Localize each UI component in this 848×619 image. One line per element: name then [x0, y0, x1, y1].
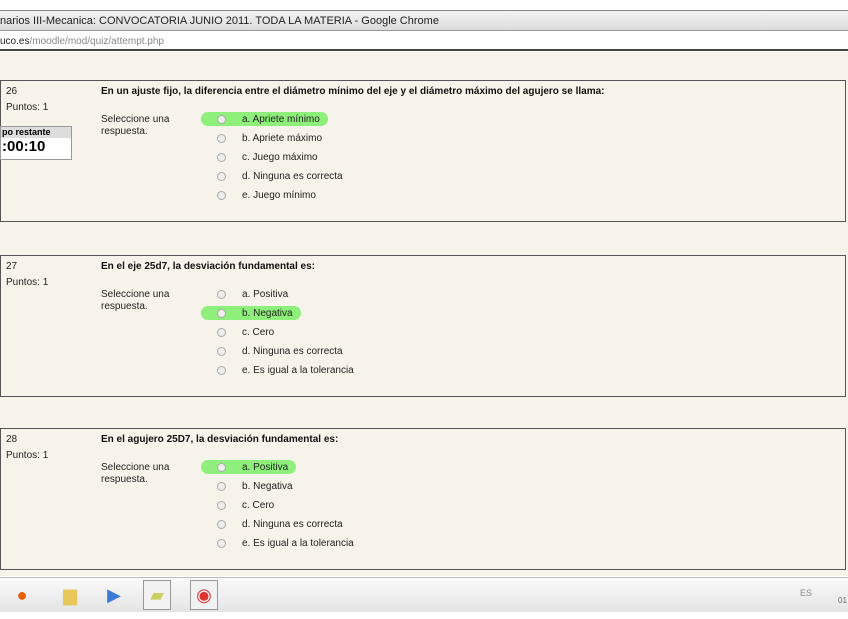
answer-option[interactable]: d. Ninguna es correcta — [201, 169, 343, 183]
question-points: Puntos: 1 — [6, 450, 49, 461]
option-label: d. Ninguna es correcta — [242, 345, 343, 357]
question-text: En el eje 25d7, la desviación fundamenta… — [101, 261, 315, 272]
radio-button[interactable] — [217, 114, 226, 124]
radio-button[interactable] — [217, 133, 226, 143]
radio-button[interactable] — [217, 500, 226, 510]
timer-label: po restante — [1, 127, 71, 138]
clock: 01 — [838, 596, 847, 605]
folder-icon[interactable]: ▆ — [56, 580, 84, 610]
question-text: En un ajuste fijo, la diferencia entre e… — [101, 86, 605, 97]
option-label: e. Es igual a la tolerancia — [242, 364, 354, 376]
option-label: c. Juego máximo — [242, 151, 318, 163]
question-number: 28 — [6, 434, 18, 445]
option-label: a. Positiva — [242, 288, 289, 300]
answer-option[interactable]: a. Apriete mínimo — [201, 112, 328, 126]
answer-option[interactable]: c. Juego máximo — [201, 150, 318, 164]
firefox-icon[interactable]: ● — [8, 580, 36, 610]
radio-button[interactable] — [217, 346, 226, 356]
select-answer-label: Seleccione una respuesta. — [101, 289, 170, 312]
question-points: Puntos: 1 — [6, 277, 49, 288]
option-label: a. Apriete mínimo — [242, 113, 320, 125]
question-number: 27 — [6, 261, 18, 272]
option-label: c. Cero — [242, 326, 275, 338]
radio-button[interactable] — [217, 462, 226, 472]
timer-value: :00:10 — [2, 138, 46, 155]
option-label: e. Es igual a la tolerancia — [242, 537, 354, 549]
radio-button[interactable] — [217, 481, 226, 491]
option-label: b. Apriete máximo — [242, 132, 323, 144]
question-27: 27 Puntos: 1 En el eje 25d7, la desviaci… — [0, 255, 846, 397]
answer-option[interactable]: b. Apriete máximo — [201, 131, 322, 145]
option-label: b. Negativa — [242, 480, 293, 492]
address-domain: uco.es — [0, 36, 30, 47]
answer-option[interactable]: d. Ninguna es correcta — [201, 517, 343, 531]
radio-button[interactable] — [217, 519, 226, 529]
question-26: 26 Puntos: 1 En un ajuste fijo, la difer… — [0, 80, 846, 222]
radio-button[interactable] — [217, 289, 226, 299]
answer-option[interactable]: e. Es igual a la tolerancia — [201, 363, 354, 377]
radio-button[interactable] — [217, 308, 226, 318]
answer-option[interactable]: a. Positiva — [201, 460, 297, 474]
question-points: Puntos: 1 — [6, 102, 49, 113]
radio-button[interactable] — [217, 152, 226, 162]
answer-option[interactable]: b. Negativa — [201, 306, 301, 320]
option-label: e. Juego mínimo — [242, 189, 316, 201]
radio-button[interactable] — [217, 327, 226, 337]
answer-option[interactable]: e. Es igual a la tolerancia — [201, 536, 354, 550]
answer-option[interactable]: c. Cero — [201, 498, 274, 512]
window-title: narios III-Mecanica: CONVOCATORIA JUNIO … — [0, 15, 439, 27]
chrome-icon[interactable]: ◉ — [190, 580, 218, 610]
answer-option[interactable]: e. Juego mínimo — [201, 188, 316, 202]
radio-button[interactable] — [217, 171, 226, 181]
radio-button[interactable] — [217, 190, 226, 200]
time-remaining-box: po restante :00:10 — [0, 126, 72, 160]
media-player-icon[interactable]: ▶ — [100, 580, 128, 610]
option-label: d. Ninguna es correcta — [242, 518, 343, 530]
select-answer-label: Seleccione una respuesta. — [101, 114, 170, 137]
window-title-bar: narios III-Mecanica: CONVOCATORIA JUNIO … — [0, 10, 848, 30]
option-label: b. Negativa — [242, 307, 293, 319]
answer-option[interactable]: a. Positiva — [201, 287, 288, 301]
option-label: c. Cero — [242, 499, 275, 511]
question-number: 26 — [6, 86, 18, 97]
answer-option[interactable]: d. Ninguna es correcta — [201, 344, 343, 358]
option-label: d. Ninguna es correcta — [242, 170, 343, 182]
radio-button[interactable] — [217, 538, 226, 548]
question-28: 28 Puntos: 1 En el agujero 25D7, la desv… — [0, 428, 846, 570]
option-label: a. Positiva — [242, 461, 289, 473]
radio-button[interactable] — [217, 365, 226, 375]
language-indicator[interactable]: ES — [800, 588, 812, 598]
answer-option[interactable]: b. Negativa — [201, 479, 293, 493]
question-text: En el agujero 25D7, la desviación fundam… — [101, 434, 339, 445]
answer-option[interactable]: c. Cero — [201, 325, 274, 339]
files-icon[interactable]: ▰ — [143, 580, 171, 610]
address-bar[interactable]: uco.es/moodle/mod/quiz/attempt.php — [0, 30, 848, 51]
select-answer-label: Seleccione una respuesta. — [101, 462, 170, 485]
address-path: /moodle/mod/quiz/attempt.php — [29, 36, 164, 47]
taskbar: ● ▆ ▶ ▰ ◉ ES 01 — [0, 577, 848, 612]
